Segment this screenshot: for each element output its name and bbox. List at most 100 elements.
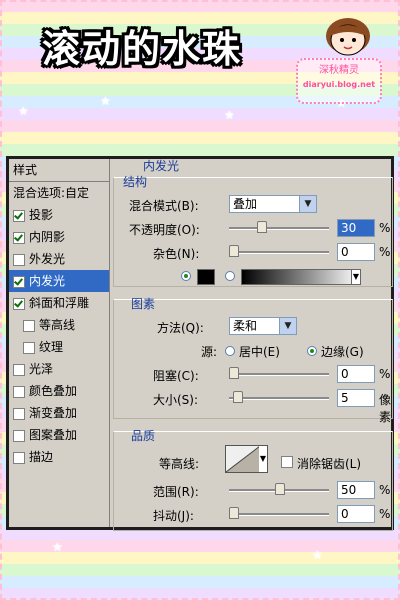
style-item[interactable]: 投影 (9, 204, 109, 226)
style-item[interactable]: 光泽 (9, 358, 109, 380)
girl-avatar-icon (326, 18, 370, 56)
chevron-down-icon: ▼ (299, 196, 316, 212)
style-item-label: 描边 (29, 450, 54, 464)
slider-track (229, 513, 329, 516)
style-checkbox[interactable] (23, 341, 35, 354)
size-unit: 像素 (379, 393, 392, 424)
style-checkbox[interactable] (13, 253, 25, 266)
range-input[interactable]: 50 (337, 481, 375, 499)
style-checkbox[interactable] (13, 297, 25, 310)
quality-title: 品质 (131, 429, 156, 443)
slider-track (229, 227, 329, 230)
gradient-preview[interactable] (241, 269, 361, 285)
inner-glow-title: 内发光 (143, 159, 180, 173)
size-slider[interactable] (229, 391, 329, 405)
layer-style-dialog: 样式 混合选项:自定 投影 内阴影 外发光 内发光 斜面和浮雕 等高线 纹理 光泽 颜色叠加 渐变叠… (6, 156, 394, 531)
style-item-label: 混合选项:自定 (13, 186, 90, 200)
choke-slider[interactable] (229, 367, 329, 381)
blend-mode-value: 叠加 (233, 197, 258, 211)
star-decoration: ★ (224, 108, 235, 122)
style-item-label: 外发光 (29, 252, 66, 266)
chevron-down-icon[interactable]: ▼ (259, 445, 268, 473)
star-decoration: ★ (100, 94, 111, 108)
source-center-label: 居中(E) (239, 345, 280, 359)
noise-unit: % (379, 245, 391, 259)
noise-label: 杂色(N): (153, 247, 200, 261)
styles-list: 样式 混合选项:自定投影内阴影外发光内发光斜面和浮雕 等高线纹理光泽 颜色叠加渐变叠… (9, 159, 110, 527)
slider-track (229, 251, 329, 254)
contour-preview[interactable] (225, 445, 261, 473)
style-checkbox[interactable] (13, 231, 25, 244)
glow-color-swatch[interactable] (197, 269, 215, 285)
style-checkbox[interactable] (13, 407, 25, 420)
noise-slider[interactable] (229, 245, 329, 259)
opacity-label: 不透明度(O): (129, 223, 200, 237)
style-item[interactable]: 等高线 (9, 314, 109, 336)
style-item[interactable]: 斜面和浮雕 (9, 292, 109, 314)
gradient-radio[interactable] (225, 271, 235, 281)
watermark-stamp: 深秋精灵 diaryui.blog.net (296, 58, 382, 104)
antialias-label: 消除锯齿(L) (297, 457, 362, 471)
style-checkbox[interactable] (23, 319, 35, 332)
inner-glow-panel: 内发光 结构 混合模式(B): 叠加 ▼ 不透明度(O): 30 % 杂色(N)… (113, 159, 393, 531)
elements-title: 图素 (131, 297, 156, 311)
noise-thumb[interactable] (229, 245, 239, 257)
range-unit: % (379, 483, 391, 497)
style-checkbox[interactable] (13, 275, 25, 288)
style-item[interactable]: 图案叠加 (9, 424, 109, 446)
method-label: 方法(Q): (157, 321, 204, 335)
opacity-unit: % (379, 221, 391, 235)
style-item-label: 渐变叠加 (29, 406, 78, 420)
source-label: 源: (201, 345, 218, 359)
style-item-label: 投影 (29, 208, 54, 222)
style-item[interactable]: 外发光 (9, 248, 109, 270)
style-item-label: 纹理 (39, 340, 64, 354)
style-checkbox[interactable] (13, 209, 25, 222)
jitter-thumb[interactable] (229, 507, 239, 519)
range-label: 范围(R): (153, 485, 199, 499)
structure-title: 结构 (123, 175, 148, 189)
style-checkbox[interactable] (13, 451, 25, 464)
style-checkbox[interactable] (13, 385, 25, 398)
choke-unit: % (379, 367, 391, 381)
styles-header: 样式 (9, 159, 109, 182)
jitter-input[interactable]: 0 (337, 505, 375, 523)
antialias-checkbox[interactable] (281, 456, 293, 468)
source-edge-radio[interactable] (307, 346, 317, 356)
jitter-label: 抖动(J): (153, 509, 194, 523)
opacity-input[interactable]: 30 (337, 219, 375, 237)
style-checkbox[interactable] (13, 363, 25, 376)
solid-color-radio[interactable] (181, 271, 191, 281)
jitter-slider[interactable] (229, 507, 329, 521)
stamp-line2: diaryui.blog.net (302, 80, 376, 89)
slider-track (229, 373, 329, 376)
choke-thumb[interactable] (229, 367, 239, 379)
style-item[interactable]: 描边 (9, 446, 109, 468)
page-title: 滚动的水珠 (42, 27, 243, 71)
star-decoration: ★ (18, 104, 29, 118)
opacity-thumb[interactable] (256, 221, 267, 233)
noise-input[interactable]: 0 (337, 243, 375, 261)
style-item[interactable]: 纹理 (9, 336, 109, 358)
range-slider[interactable] (229, 483, 329, 497)
style-item[interactable]: 颜色叠加 (9, 380, 109, 402)
source-center-radio[interactable] (225, 346, 235, 356)
style-item[interactable]: 渐变叠加 (9, 402, 109, 424)
opacity-slider[interactable] (229, 221, 329, 235)
blend-mode-select[interactable]: 叠加 ▼ (229, 195, 317, 213)
range-thumb[interactable] (275, 483, 285, 495)
size-label: 大小(S): (153, 393, 199, 407)
method-value: 柔和 (233, 319, 258, 333)
size-thumb[interactable] (232, 391, 243, 403)
style-checkbox[interactable] (13, 429, 25, 442)
size-input[interactable]: 5 (337, 389, 375, 407)
choke-input[interactable]: 0 (337, 365, 375, 383)
method-select[interactable]: 柔和 ▼ (229, 317, 297, 335)
source-edge-label: 边缘(G) (321, 345, 364, 359)
style-item[interactable]: 内阴影 (9, 226, 109, 248)
star-decoration: ★ (52, 540, 63, 554)
style-item-label: 内发光 (29, 274, 66, 288)
chevron-down-icon[interactable]: ▼ (351, 269, 361, 285)
style-item[interactable]: 混合选项:自定 (9, 182, 109, 204)
style-item[interactable]: 内发光 (9, 270, 109, 292)
